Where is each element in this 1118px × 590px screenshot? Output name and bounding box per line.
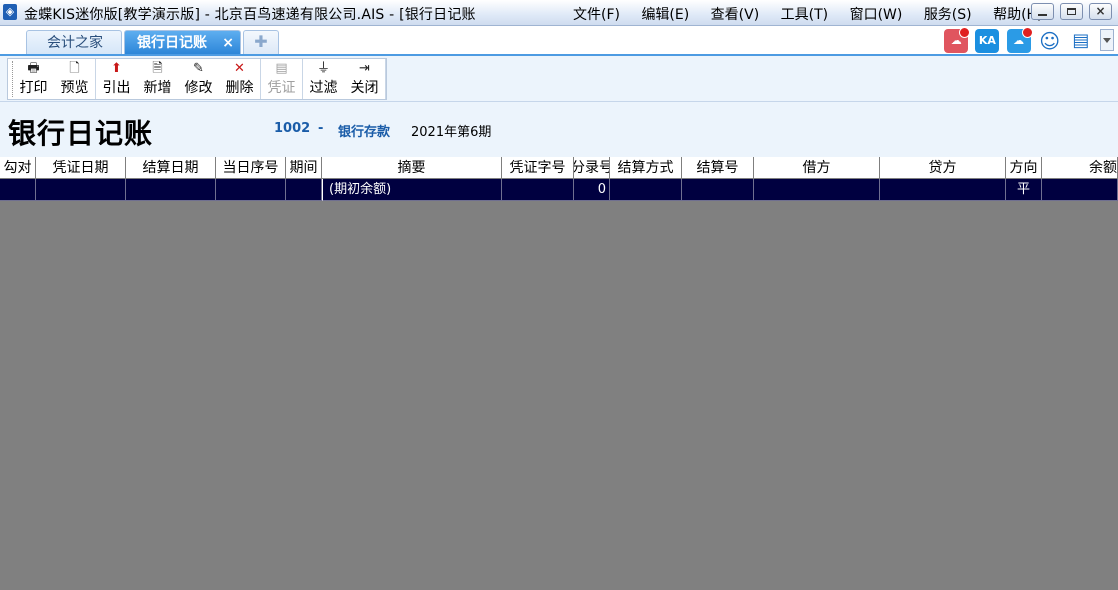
service-tray: ☁ KA ☁ ☺ ▤ [941, 27, 1114, 53]
tab-bank-journal[interactable]: 银行日记账 × [124, 30, 241, 54]
title-bar: ◈ 金蝶KIS迷你版[教学演示版] - 北京百鸟速递有限公司.AIS - [银行… [0, 0, 1118, 26]
column-header-voucher-no[interactable]: 凭证字号 [502, 157, 574, 179]
cell-balance[interactable] [1042, 179, 1118, 201]
cell-period[interactable] [286, 179, 322, 201]
voucher-icon: ▤ [275, 61, 288, 76]
export-button[interactable]: ⬆ 引出 [96, 59, 137, 99]
cell-debit[interactable] [754, 179, 880, 201]
close-icon: × [1095, 4, 1106, 18]
notification-dot [959, 27, 971, 38]
preview-icon: 🗋 [69, 61, 80, 76]
toolbar-group-filter: ⏚ 过滤 ⇥ 关闭 [303, 59, 386, 99]
filter-button[interactable]: ⏚ 过滤 [303, 59, 344, 99]
menu-bar: 文件(F) 编辑(E) 查看(V) 工具(T) 窗口(W) 服务(S) 帮助(H… [573, 4, 1060, 24]
toolbar-group-print: 🖶 打印 🗋 预览 [13, 59, 96, 99]
account-code: 1002 [274, 121, 311, 136]
edit-button[interactable]: ✎ 修改 [178, 59, 219, 99]
add-icon: 🗎 [152, 61, 163, 76]
cell-summary[interactable]: (期初余额) [322, 179, 502, 201]
cloud-service-icon[interactable]: ☁ [944, 27, 971, 53]
edit-icon: ✎ [193, 61, 204, 76]
cell-settle-date[interactable] [126, 179, 216, 201]
column-header-direction[interactable]: 方向 [1006, 157, 1042, 179]
menu-tools[interactable]: 工具(T) [781, 4, 828, 24]
tab-label: 银行日记账 [137, 35, 207, 51]
maximize-button[interactable] [1059, 3, 1083, 20]
journal-grid: 勾对 凭证日期 结算日期 当日序号 期间 摘要 凭证字号 分录号 结算方式 结算… [0, 157, 1118, 201]
ka-icon[interactable]: KA [975, 29, 1000, 53]
window-controls: × [1029, 3, 1112, 24]
column-header-period[interactable]: 期间 [286, 157, 322, 179]
close-button[interactable]: ⇥ 关闭 [344, 59, 385, 99]
menu-window[interactable]: 窗口(W) [850, 4, 903, 24]
column-header-settle-date[interactable]: 结算日期 [126, 157, 216, 179]
toolbar-buttons: 🖶 打印 🗋 预览 ⬆ 引出 🗎 新增 ✎ 修改 ✕ 删除 ▤ 凭证 ⏚ 过滤 … [7, 58, 387, 100]
cell-entry-no[interactable]: 0 [574, 179, 610, 201]
window-title: 金蝶KIS迷你版[教学演示版] - 北京百鸟速递有限公司.AIS - [银行日记… [24, 7, 476, 23]
account-name: 银行存款 [338, 125, 391, 140]
add-tab-button[interactable]: ✚ [243, 30, 279, 54]
smile-icon[interactable]: ☺ [1038, 29, 1062, 53]
menu-edit[interactable]: 编辑(E) [641, 4, 689, 24]
column-header-balance[interactable]: 余额 [1042, 157, 1118, 179]
cell-settle-no[interactable] [682, 179, 754, 201]
column-header-settle-no[interactable]: 结算号 [682, 157, 754, 179]
print-button[interactable]: 🖶 打印 [13, 59, 54, 99]
preview-button[interactable]: 🗋 预览 [54, 59, 95, 99]
column-header-voucher-date[interactable]: 凭证日期 [36, 157, 126, 179]
report-header: 银行日记账 1002 - 银行存款 2021年第6期 [0, 102, 1118, 157]
column-header-credit[interactable]: 贷方 [880, 157, 1006, 179]
add-button[interactable]: 🗎 新增 [137, 59, 178, 99]
cell-credit[interactable] [880, 179, 1006, 201]
menu-view[interactable]: 查看(V) [711, 4, 760, 24]
cell-settle-method[interactable] [610, 179, 682, 201]
tab-label: 会计之家 [47, 35, 103, 51]
cell-voucher-no[interactable] [502, 179, 574, 201]
tab-accounting-home[interactable]: 会计之家 [26, 30, 122, 54]
toolbar-group-edit: ⬆ 引出 🗎 新增 ✎ 修改 ✕ 删除 [96, 59, 261, 99]
plus-icon: ✚ [254, 32, 268, 51]
toolbar-group-voucher: ▤ 凭证 [261, 59, 303, 99]
column-header-settle-method[interactable]: 结算方式 [610, 157, 682, 179]
cloud-sync-icon[interactable]: ☁ [1006, 27, 1033, 53]
table-row[interactable]: (期初余额) 0 平 [0, 179, 1118, 201]
menu-file[interactable]: 文件(F) [573, 4, 620, 24]
chevron-down-icon[interactable] [1100, 29, 1114, 51]
cell-check[interactable] [0, 179, 36, 201]
notification-dot [1021, 27, 1033, 38]
column-header-summary[interactable]: 摘要 [322, 157, 502, 179]
tab-bar: 会计之家 银行日记账 × ✚ ☁ KA ☁ ☺ ▤ [0, 26, 1118, 56]
period-label: 2021年第6期 [411, 125, 492, 140]
cell-daily-seq[interactable] [216, 179, 286, 201]
app-logo-icon: ◈ [3, 4, 17, 20]
delete-icon: ✕ [234, 61, 245, 76]
close-window-button[interactable]: × [1089, 3, 1112, 20]
menu-service[interactable]: 服务(S) [924, 4, 972, 24]
filter-icon: ⏚ [316, 61, 330, 76]
grid-header: 勾对 凭证日期 结算日期 当日序号 期间 摘要 凭证字号 分录号 结算方式 结算… [0, 157, 1118, 179]
column-header-debit[interactable]: 借方 [754, 157, 880, 179]
account-separator: - [318, 121, 324, 136]
cell-direction[interactable]: 平 [1006, 179, 1042, 201]
page-title: 银行日记账 [8, 117, 154, 150]
voucher-button[interactable]: ▤ 凭证 [261, 59, 302, 99]
printer-icon: 🖶 [27, 61, 40, 76]
exit-icon: ⇥ [359, 61, 370, 76]
export-icon: ⬆ [111, 61, 122, 76]
column-header-entry-no[interactable]: 分录号 [574, 157, 610, 179]
minimize-button[interactable] [1030, 3, 1054, 20]
tab-close-icon[interactable]: × [222, 31, 234, 55]
cell-voucher-date[interactable] [36, 179, 126, 201]
delete-button[interactable]: ✕ 删除 [219, 59, 260, 99]
column-header-daily-seq[interactable]: 当日序号 [216, 157, 286, 179]
column-header-check[interactable]: 勾对 [0, 157, 36, 179]
chat-icon[interactable]: ▤ [1069, 29, 1093, 53]
toolbar: 🖶 打印 🗋 预览 ⬆ 引出 🗎 新增 ✎ 修改 ✕ 删除 ▤ 凭证 ⏚ 过滤 … [0, 56, 1118, 102]
